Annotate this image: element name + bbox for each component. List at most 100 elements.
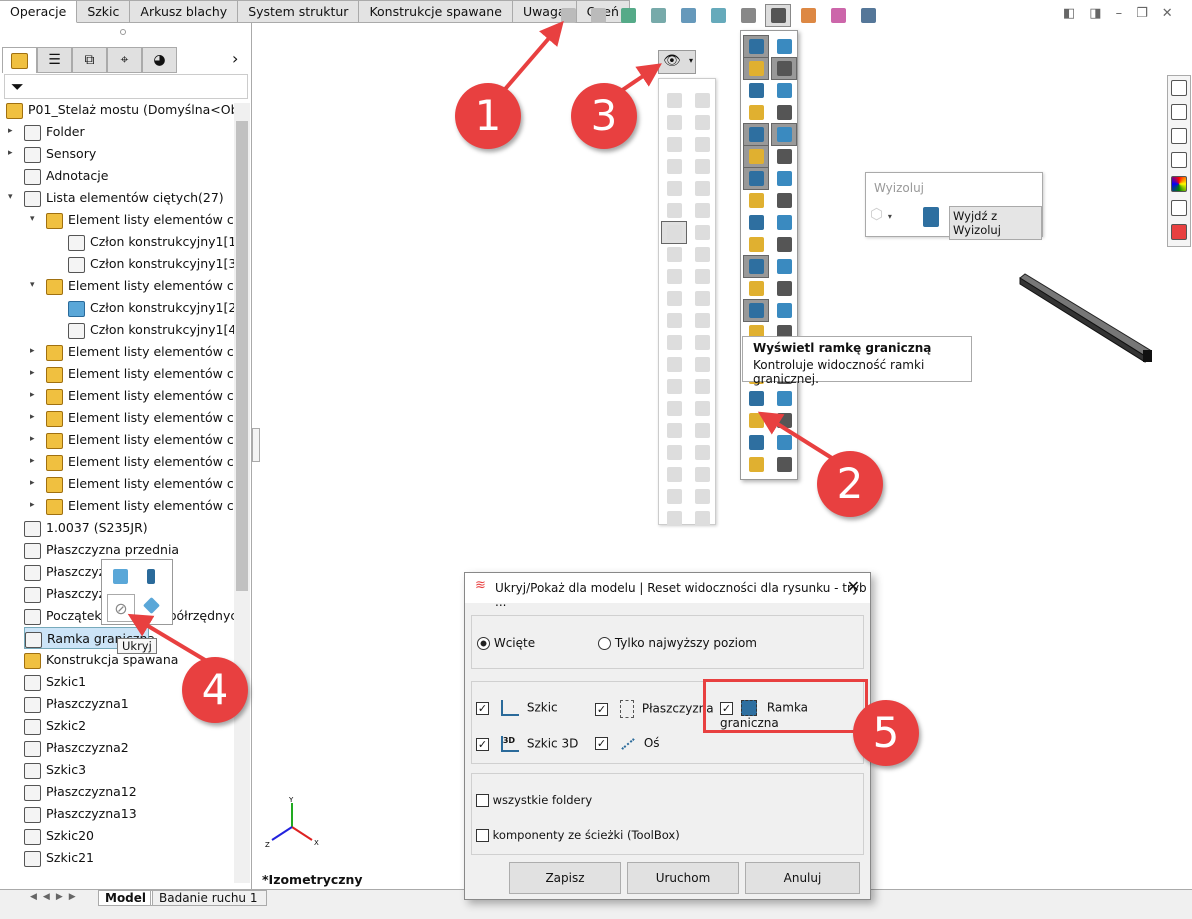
- hide-show-cameras-icon[interactable]: [743, 211, 769, 234]
- scrollbar-thumb[interactable]: [236, 121, 248, 591]
- hide-show-axes-icon[interactable]: [771, 35, 797, 58]
- appearances-icon[interactable]: [1171, 176, 1187, 192]
- hide-show-parting-lines-icon[interactable]: [771, 101, 797, 124]
- collapse-icon[interactable]: ▾: [30, 280, 35, 290]
- edit-feature-icon[interactable]: [107, 565, 133, 588]
- expand-icon[interactable]: ▸: [30, 456, 35, 466]
- hide-show-parting-lines-icon[interactable]: [689, 441, 715, 464]
- view-settings-icon[interactable]: [855, 4, 881, 27]
- tree-item[interactable]: Element listy elementów ciętyc: [46, 407, 234, 429]
- tree-item[interactable]: Człon konstrukcyjny1[3]: [68, 253, 234, 275]
- hide-show-3d-sketch-planes-icon[interactable]: [661, 507, 687, 530]
- tree-item[interactable]: Płaszczyzn: [24, 583, 113, 605]
- tab-model[interactable]: Model: [98, 890, 154, 906]
- file-explorer-icon[interactable]: [1171, 128, 1187, 144]
- hide-show-axes-icon[interactable]: [689, 375, 715, 398]
- radio-top-level[interactable]: Tylko najwyższy poziom: [598, 636, 757, 650]
- view-palette-icon[interactable]: [1171, 152, 1187, 168]
- tree-item[interactable]: Sensory: [24, 143, 96, 165]
- expand-icon[interactable]: ▸: [8, 126, 13, 136]
- tree-item[interactable]: Szkic21: [24, 847, 94, 869]
- checkbox-szkic[interactable]: ✓ Szkic: [476, 700, 558, 716]
- hide-show-sketches-icon[interactable]: [689, 199, 715, 222]
- hide-show-sensors-icon[interactable]: [689, 331, 715, 354]
- tree-item[interactable]: Płaszczyzna przednia: [24, 539, 179, 561]
- tab-system-struktur[interactable]: System struktur: [238, 0, 360, 23]
- expand-icon[interactable]: ▸: [30, 434, 35, 444]
- hide-show-planes-icon[interactable]: [743, 35, 769, 58]
- collapse-icon[interactable]: ▾: [8, 192, 13, 202]
- hide-show-curves-icon[interactable]: [661, 441, 687, 464]
- home-icon[interactable]: [1171, 80, 1187, 96]
- hide-show-grid-icon[interactable]: [661, 243, 687, 266]
- close-icon[interactable]: ✕: [847, 577, 860, 596]
- hide-show-dimensions-icon[interactable]: [771, 409, 797, 432]
- expand-icon[interactable]: ▸: [30, 346, 35, 356]
- hide-eye-icon[interactable]: ⊘: [107, 594, 135, 622]
- tree-item[interactable]: Człon konstrukcyjny1[2]: [68, 297, 234, 319]
- hide-show-dimensions-icon[interactable]: [689, 463, 715, 486]
- hide-show-points-icon[interactable]: [689, 111, 715, 134]
- tools-icon[interactable]: [1171, 224, 1187, 240]
- previous-view-icon[interactable]: [615, 4, 641, 27]
- hide-show-dimensions-icon[interactable]: [771, 123, 797, 146]
- radio-indented[interactable]: Wcięte: [477, 636, 535, 650]
- checkbox-szkic-3d[interactable]: ✓ 3D Szkic 3D: [476, 736, 578, 752]
- tree-item[interactable]: Lista elementów ciętych(27): [24, 187, 224, 209]
- hide-show-3d-sketch-planes-icon[interactable]: [661, 221, 687, 244]
- hide-show-center-of-mass-icon[interactable]: [771, 255, 797, 278]
- hide-show-3d-sketch-icon[interactable]: [771, 167, 797, 190]
- tree-item[interactable]: Element listy elementów ciętyc: [46, 209, 234, 231]
- zoom-to-area-icon[interactable]: [585, 4, 611, 27]
- hide-show-3d-sketch-icon[interactable]: [689, 507, 715, 530]
- display-style-dropdown[interactable]: ⬡ ▾: [870, 205, 910, 231]
- hide-show-items-icon[interactable]: [765, 4, 791, 27]
- edit-appearance-icon[interactable]: [795, 4, 821, 27]
- tree-item[interactable]: Element listy elementów ciętyc: [46, 275, 234, 297]
- tab-konstrukcje-spawane[interactable]: Konstrukcje spawane: [359, 0, 513, 23]
- expand-icon[interactable]: ▸: [30, 390, 35, 400]
- hide-show-routing-points-icon[interactable]: [661, 287, 687, 310]
- hide-show-temp-axes-icon[interactable]: [661, 111, 687, 134]
- hide-show-center-of-mass-icon[interactable]: [689, 309, 715, 332]
- normal-to-icon[interactable]: [138, 594, 164, 617]
- hide-show-annotations-icon[interactable]: [743, 409, 769, 432]
- tree-root[interactable]: P01_Stelaż mostu (Domyślna<Obrobion: [6, 99, 234, 121]
- hide-show-graphics-bodies-icon[interactable]: [771, 299, 797, 322]
- hide-show-decals-icon[interactable]: [771, 233, 797, 256]
- tree-item[interactable]: Szkic2: [24, 715, 86, 737]
- hide-show-annotations-icon[interactable]: [661, 463, 687, 486]
- hide-show-lights-icon[interactable]: [689, 243, 715, 266]
- hide-show-origins-icon[interactable]: [743, 79, 769, 102]
- tree-item[interactable]: Człon konstrukcyjny1[4]: [68, 319, 234, 341]
- run-button[interactable]: Uruchom: [627, 862, 739, 894]
- save-icon[interactable]: [923, 207, 939, 227]
- hide-show-sketches-icon[interactable]: [771, 431, 797, 454]
- hide-show-planes-icon[interactable]: [661, 89, 687, 112]
- hide-show-3d-sketch-planes-icon[interactable]: [743, 167, 769, 190]
- hide-show-3d-sketch-planes-icon[interactable]: [743, 453, 769, 476]
- hide-show-curves-icon[interactable]: [661, 155, 687, 178]
- window-controls[interactable]: ◧◨–❐✕: [1063, 6, 1187, 21]
- tree-item[interactable]: Płaszczyzna2: [24, 737, 129, 759]
- view-orientation-icon[interactable]: [705, 4, 731, 27]
- exit-isolate-button[interactable]: Wyjdź z Wyizoluj: [949, 206, 1042, 240]
- custom-properties-icon[interactable]: [1171, 200, 1187, 216]
- hide-show-points-icon[interactable]: [771, 57, 797, 80]
- hide-show-annotations-icon[interactable]: [743, 123, 769, 146]
- save-button[interactable]: Zapisz: [509, 862, 621, 894]
- hide-show-weld-beads-icon[interactable]: [743, 145, 769, 168]
- hide-show-weld-beads-icon[interactable]: [661, 199, 687, 222]
- hide-show-bounding-box-icon[interactable]: [743, 255, 769, 278]
- hide-show-weld-beads-icon[interactable]: [661, 485, 687, 508]
- expand-icon[interactable]: ▸: [8, 148, 13, 158]
- tree-item[interactable]: Szkic1: [24, 671, 86, 693]
- hide-show-points-icon[interactable]: [689, 397, 715, 420]
- hide-show-sensors-icon[interactable]: [771, 277, 797, 300]
- tree-item[interactable]: Element listy elementów ciętyc: [46, 341, 234, 363]
- hide-show-graphics-bodies-icon[interactable]: [689, 353, 715, 376]
- tree-item[interactable]: Element listy elementów ciętyc: [46, 363, 234, 385]
- tree-item[interactable]: Płaszczyzna12: [24, 781, 137, 803]
- tree-item[interactable]: Płaszczyzn: [24, 561, 113, 583]
- tab-motion-study[interactable]: Badanie ruchu 1: [150, 890, 267, 906]
